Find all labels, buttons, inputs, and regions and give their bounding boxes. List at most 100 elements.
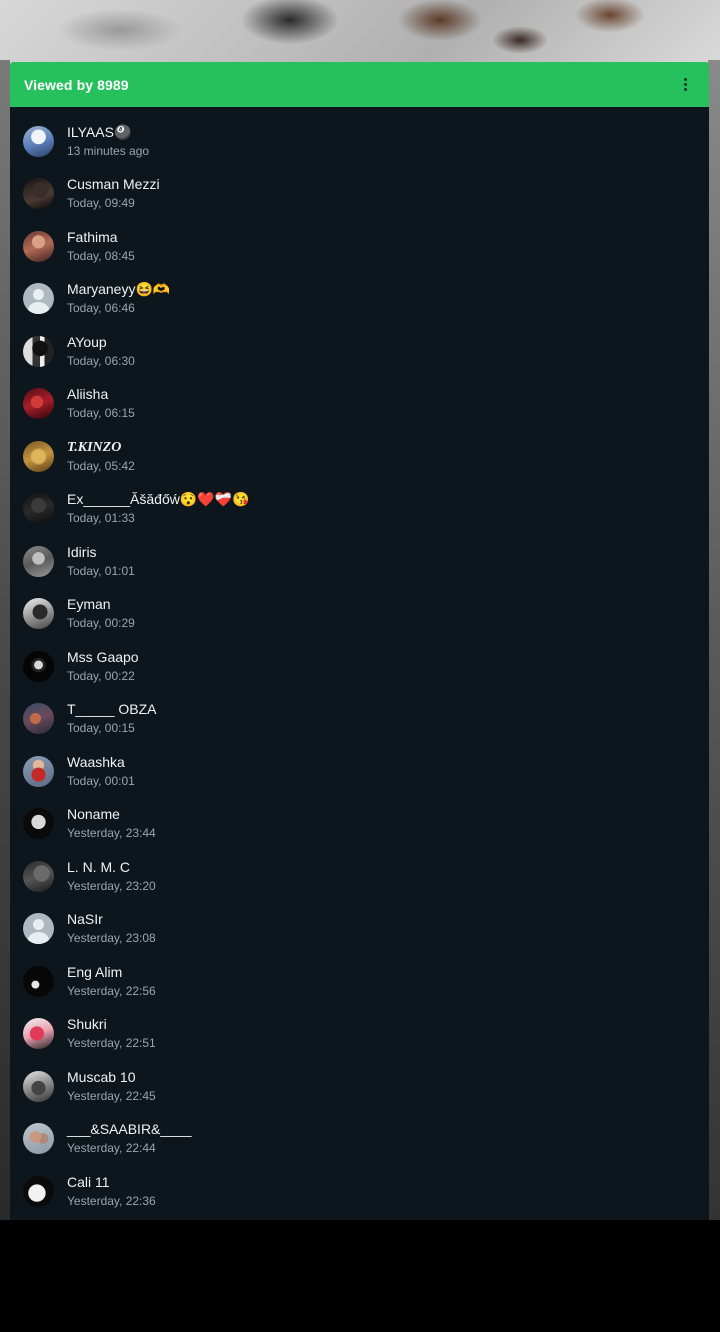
avatar[interactable] <box>23 650 54 682</box>
viewer-info: Aliisha Today, 06:15 <box>67 386 135 421</box>
viewer-info: Mss Gaapo Today, 00:22 <box>67 649 139 684</box>
view-time: Today, 00:01 <box>67 773 135 788</box>
avatar[interactable] <box>23 965 54 997</box>
viewer-row[interactable]: Maryaneyy😆🫶 Today, 06:46 <box>10 273 709 326</box>
view-time: Today, 06:30 <box>67 353 135 368</box>
viewer-row[interactable]: L. N. M. C Yesterday, 23:20 <box>10 850 709 903</box>
viewer-row[interactable]: Ex______Ăšăđőẃ😯❤️❤️‍🩹😘 Today, 01:33 <box>10 483 709 536</box>
viewer-name: Noname <box>67 806 120 823</box>
viewer-row[interactable]: Fathima Today, 08:45 <box>10 220 709 273</box>
viewed-by-title: Viewed by 8989 <box>24 76 129 93</box>
avatar[interactable] <box>23 493 54 525</box>
viewers-list: ILYAAS🎱 13 minutes ago Cusman Mezzi Today, … <box>10 107 709 1218</box>
view-time: Today, 00:15 <box>67 721 135 736</box>
default-avatar-icon[interactable] <box>23 283 54 315</box>
viewer-row[interactable]: NaSIr Yesterday, 23:08 <box>10 903 709 956</box>
view-time: 13 minutes ago <box>67 143 150 158</box>
avatar[interactable] <box>23 1175 54 1207</box>
view-time: Yesterday, 22:36 <box>67 1193 156 1208</box>
avatar[interactable] <box>23 1123 54 1155</box>
view-time: Today, 08:45 <box>67 248 135 263</box>
avatar[interactable] <box>23 388 54 420</box>
avatar[interactable] <box>23 178 54 210</box>
viewer-info: ILYAAS🎱 13 minutes ago <box>67 124 149 159</box>
avatar[interactable] <box>23 808 54 840</box>
viewer-info: Idiris Today, 01:01 <box>67 544 135 579</box>
avatar[interactable] <box>23 335 54 367</box>
avatar[interactable] <box>23 1018 54 1050</box>
viewer-info: Fathima Today, 08:45 <box>67 229 135 264</box>
viewer-row[interactable]: AYoup Today, 06:30 <box>10 325 709 378</box>
background-edge-right <box>708 60 720 1220</box>
viewer-info: ___&SAABIR&____ Yesterday, 22:44 <box>67 1121 192 1156</box>
viewer-name: ILYAAS🎱 <box>67 123 132 140</box>
viewer-row[interactable]: Muscab 10 Yesterday, 22:45 <box>10 1060 709 1113</box>
viewer-name: Fathima <box>67 228 118 245</box>
avatar[interactable] <box>23 703 54 735</box>
default-avatar-icon[interactable] <box>23 913 54 945</box>
avatar[interactable] <box>23 755 54 787</box>
viewer-row[interactable]: Cali 11 Yesterday, 22:36 <box>10 1165 709 1218</box>
view-time: Yesterday, 22:51 <box>67 1036 156 1051</box>
viewer-name: Ex______Ăšăđőẃ😯❤️❤️‍🩹😘 <box>67 491 250 508</box>
avatar[interactable] <box>23 230 54 262</box>
view-time: Yesterday, 22:45 <box>67 1088 156 1103</box>
viewer-info: Muscab 10 Yesterday, 22:45 <box>67 1069 156 1104</box>
avatar[interactable] <box>23 1070 54 1102</box>
viewer-row[interactable]: Noname Yesterday, 23:44 <box>10 798 709 851</box>
viewer-name: AYoup <box>67 333 107 350</box>
viewer-info: Cusman Mezzi Today, 09:49 <box>67 176 160 211</box>
viewer-info: L. N. M. C Yesterday, 23:20 <box>67 859 156 894</box>
viewer-info: Eyman Today, 00:29 <box>67 596 135 631</box>
viewer-info: Eng Alim Yesterday, 22:56 <box>67 964 156 999</box>
viewer-name: Cusman Mezzi <box>67 176 160 193</box>
viewer-info: Waashka Today, 00:01 <box>67 754 135 789</box>
view-time: Today, 01:01 <box>67 563 135 578</box>
bottom-area <box>0 1220 720 1332</box>
viewer-info: Shukri Yesterday, 22:51 <box>67 1016 156 1051</box>
viewer-name: Idiris <box>67 543 97 560</box>
viewer-info: T.KINZO Today, 05:42 <box>67 439 135 474</box>
viewer-row[interactable]: ILYAAS🎱 13 minutes ago <box>10 115 709 168</box>
view-time: Yesterday, 23:44 <box>67 826 156 841</box>
viewers-sheet: Viewed by 8989 ILYAAS🎱 13 minutes ago Cusm… <box>10 62 709 1220</box>
view-time: Today, 09:49 <box>67 196 135 211</box>
viewer-row[interactable]: ___&SAABIR&____ Yesterday, 22:44 <box>10 1113 709 1166</box>
viewer-row[interactable]: Cusman Mezzi Today, 09:49 <box>10 168 709 221</box>
more-vert-icon[interactable] <box>675 73 695 97</box>
viewer-name: Maryaneyy😆🫶 <box>67 281 171 298</box>
viewer-row[interactable]: Idiris Today, 01:01 <box>10 535 709 588</box>
viewer-info: AYoup Today, 06:30 <box>67 334 135 369</box>
avatar[interactable] <box>23 860 54 892</box>
avatar[interactable] <box>23 125 54 157</box>
viewer-name: Eng Alim <box>67 963 123 980</box>
view-time: Today, 06:46 <box>67 301 135 316</box>
viewer-name: Waashka <box>67 753 125 770</box>
avatar[interactable] <box>23 598 54 630</box>
viewer-name: Mss Gaapo <box>67 648 139 665</box>
view-time: Yesterday, 23:20 <box>67 878 156 893</box>
viewer-name: NaSIr <box>67 911 103 928</box>
viewer-info: NaSIr Yesterday, 23:08 <box>67 911 156 946</box>
avatar[interactable] <box>23 440 54 472</box>
viewer-row[interactable]: Aliisha Today, 06:15 <box>10 378 709 431</box>
viewer-info: Cali 11 Yesterday, 22:36 <box>67 1174 156 1209</box>
view-time: Today, 05:42 <box>67 458 135 473</box>
viewer-row[interactable]: Eng Alim Yesterday, 22:56 <box>10 955 709 1008</box>
viewer-info: Ex______Ăšăđőẃ😯❤️❤️‍🩹😘 Today, 01:33 <box>67 491 250 526</box>
viewer-name: Eyman <box>67 596 111 613</box>
viewer-info: T_____ OBZA Today, 00:15 <box>67 701 157 736</box>
viewer-row[interactable]: T.KINZO Today, 05:42 <box>10 430 709 483</box>
viewer-row[interactable]: T_____ OBZA Today, 00:15 <box>10 693 709 746</box>
avatar[interactable] <box>23 545 54 577</box>
viewer-name: ___&SAABIR&____ <box>67 1121 192 1138</box>
viewer-row[interactable]: Mss Gaapo Today, 00:22 <box>10 640 709 693</box>
view-time: Yesterday, 22:44 <box>67 1141 156 1156</box>
viewer-row[interactable]: Waashka Today, 00:01 <box>10 745 709 798</box>
viewer-name: Shukri <box>67 1016 107 1033</box>
viewer-row[interactable]: Eyman Today, 00:29 <box>10 588 709 641</box>
viewer-name: L. N. M. C <box>67 858 131 875</box>
viewer-row[interactable]: Shukri Yesterday, 22:51 <box>10 1008 709 1061</box>
viewers-header: Viewed by 8989 <box>10 62 709 107</box>
viewer-info: Noname Yesterday, 23:44 <box>67 806 156 841</box>
